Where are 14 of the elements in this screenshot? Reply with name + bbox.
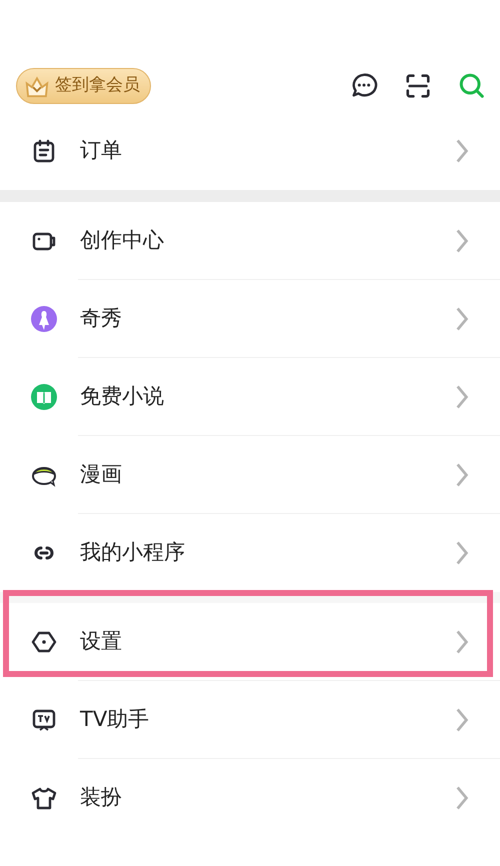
checkin-badge[interactable]: 签到拿会员 [16, 68, 151, 104]
menu-item-label[interactable]: 免费小说 [80, 381, 448, 413]
menu-item-label[interactable]: 设置 [80, 626, 448, 658]
dancer-icon [30, 305, 58, 333]
menu-item-label[interactable]: 漫画 [80, 459, 448, 491]
menu-item-label[interactable]: 订单 [80, 135, 448, 167]
menu-item-label[interactable]: TV助手 [80, 704, 448, 736]
menu-item-label[interactable]: 奇秀 [80, 303, 448, 335]
menu-item-label[interactable]: 创作中心 [80, 225, 448, 257]
menu-item-label[interactable]: 我的小程序 [80, 537, 448, 569]
scan-icon[interactable] [404, 72, 432, 100]
menu-item-label[interactable]: 装扮 [80, 782, 448, 814]
search-icon[interactable] [458, 72, 486, 100]
book-icon [30, 383, 58, 411]
